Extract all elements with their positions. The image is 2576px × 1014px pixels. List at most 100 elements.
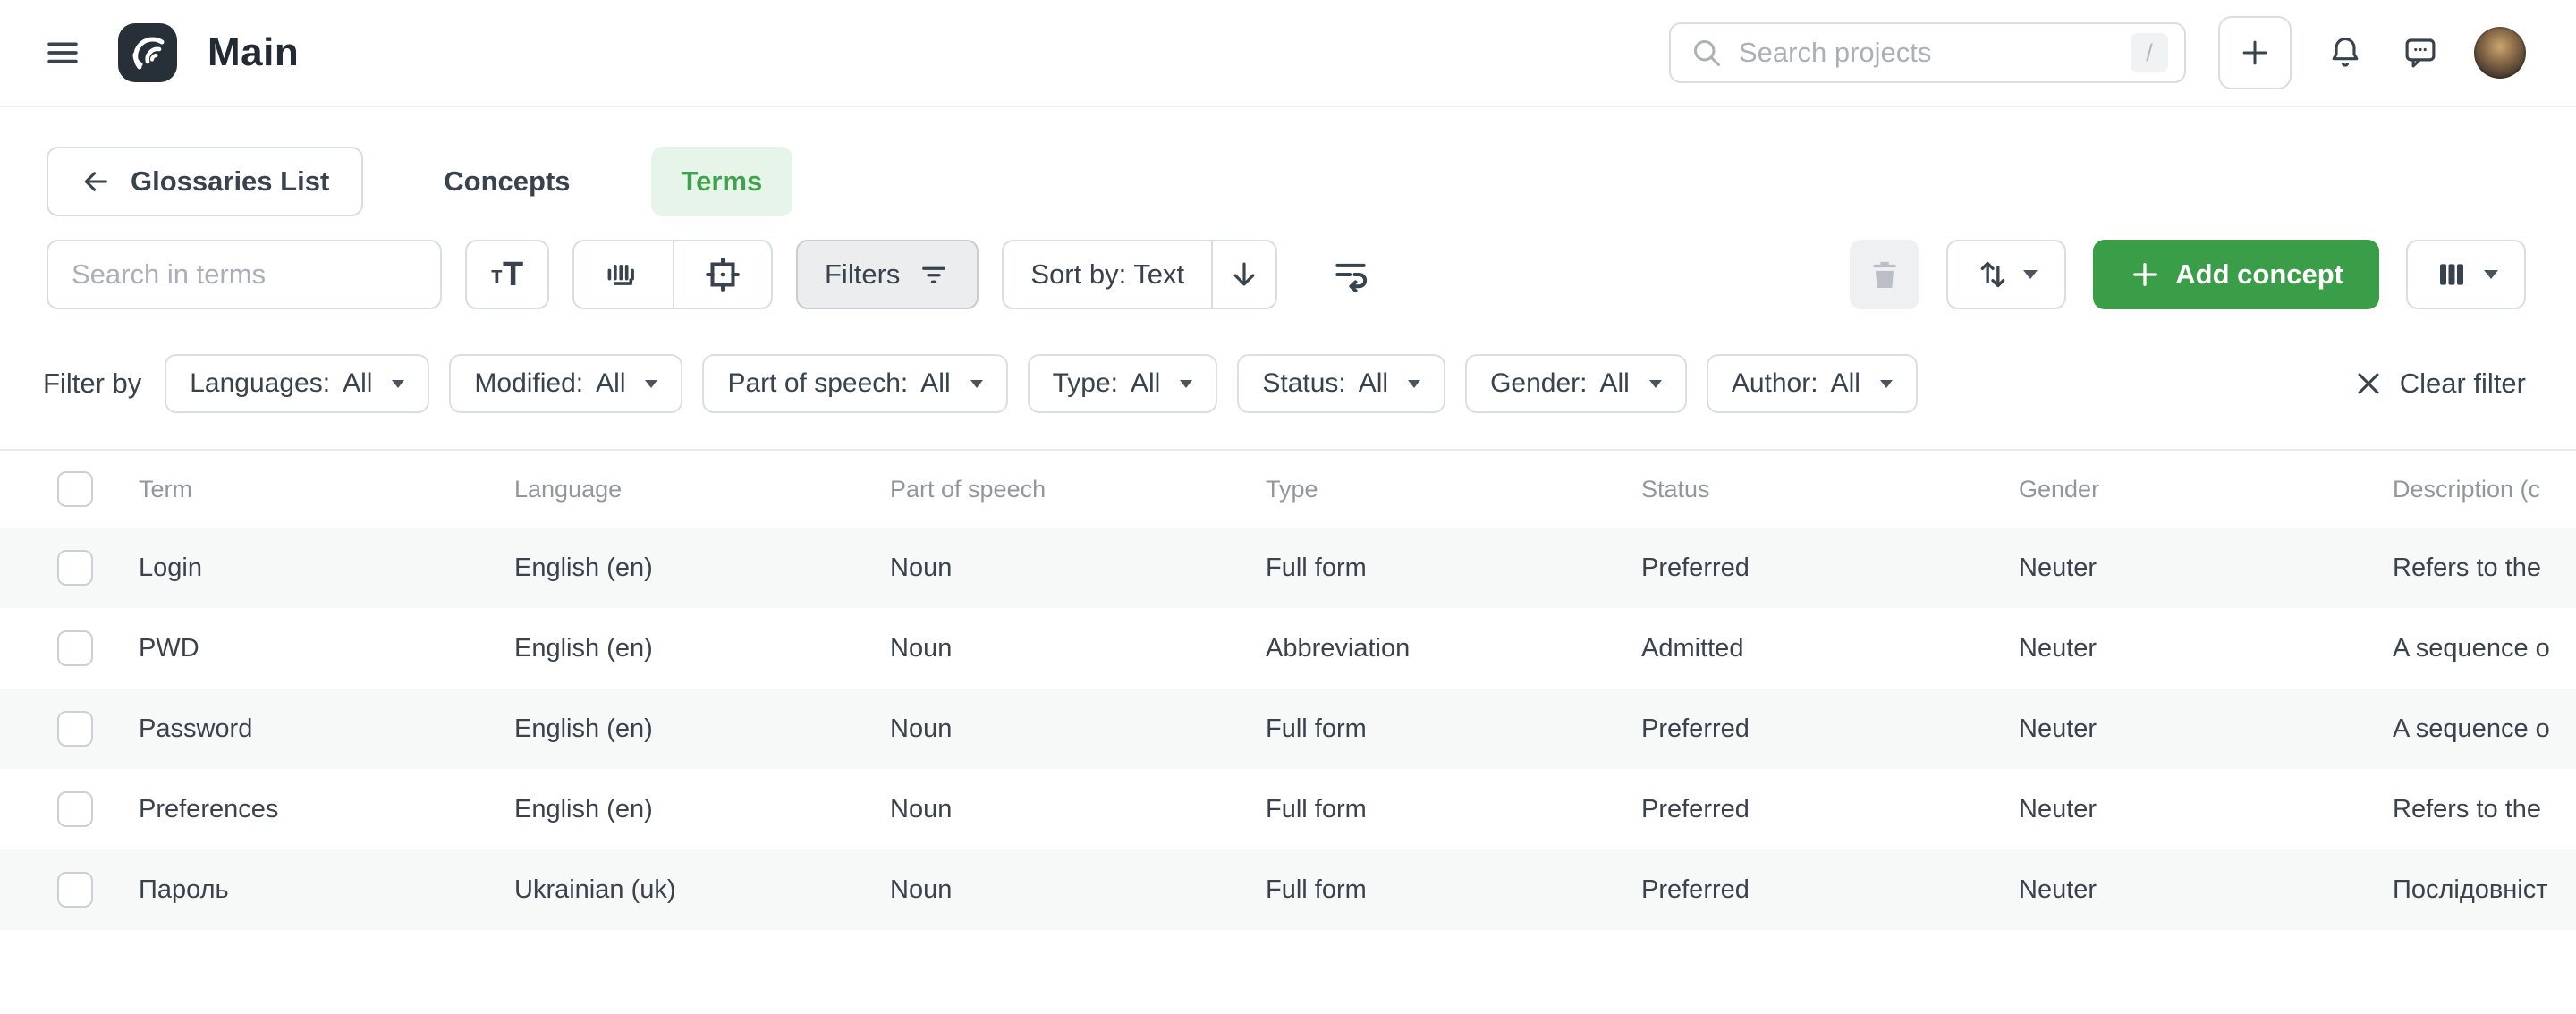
cell-language: English (en) — [514, 553, 890, 583]
filter-pill-modified[interactable]: Modified:All — [449, 354, 682, 413]
columns-dropdown[interactable] — [2406, 240, 2526, 309]
tab-terms[interactable]: Terms — [651, 147, 793, 216]
column-header: Status — [1641, 476, 2019, 503]
table-header: TermLanguagePart of speechTypeStatusGend… — [0, 451, 2576, 528]
pill-value: All — [1599, 368, 1629, 399]
filter-pill-author[interactable]: Author:All — [1707, 354, 1918, 413]
cell-description: A sequence o — [2393, 714, 2576, 744]
chevron-down-icon — [392, 380, 404, 388]
clear-filter-button[interactable]: Clear filter — [2353, 368, 2526, 400]
create-new-button[interactable] — [2218, 16, 2292, 89]
cell-description: A sequence o — [2393, 634, 2576, 663]
row-checkbox[interactable] — [57, 711, 93, 747]
pill-label: Gender: — [1490, 368, 1587, 399]
sort-by-button[interactable]: Sort by: Text — [1004, 241, 1211, 308]
column-header: Description (c — [2393, 476, 2576, 503]
reorder-dropdown[interactable] — [1946, 240, 2066, 309]
filter-bar: Filter by Languages:AllModified:AllPart … — [43, 354, 2526, 413]
column-header: Part of speech — [890, 476, 1266, 503]
glossary-nav: Glossaries List Concepts Terms — [47, 147, 2526, 216]
cell-part-of-speech: Noun — [890, 795, 1266, 824]
cell-type: Full form — [1266, 553, 1641, 583]
pill-value: All — [343, 368, 372, 399]
search-icon — [1690, 37, 1723, 69]
page-title: Main — [208, 30, 299, 75]
plus-icon — [2129, 258, 2161, 291]
cell-type: Full form — [1266, 714, 1641, 744]
table-row[interactable]: LoginEnglish (en)NounFull formPreferredN… — [0, 528, 2576, 608]
cell-status: Preferred — [1641, 714, 2019, 744]
filter-pill-languages[interactable]: Languages: All — [165, 354, 429, 413]
cell-language: English (en) — [514, 795, 890, 824]
cell-term: Пароль — [139, 875, 514, 905]
terms-toolbar: тT Filters Sort by: Text — [47, 240, 2526, 309]
match-whole-phrase-toggle[interactable] — [574, 241, 673, 308]
row-checkbox[interactable] — [57, 550, 93, 586]
topbar-divider — [0, 106, 2576, 107]
chat-icon — [2402, 34, 2439, 72]
cell-status: Preferred — [1641, 795, 2019, 824]
select-all-checkbox[interactable] — [57, 471, 93, 507]
cell-type: Full form — [1266, 875, 1641, 905]
cell-gender: Neuter — [2019, 795, 2393, 824]
add-concept-button[interactable]: Add concept — [2093, 240, 2379, 309]
close-icon — [2353, 368, 2384, 399]
column-header: Term — [139, 476, 514, 503]
filter-pill-part-of-speech[interactable]: Part of speech:All — [702, 354, 1007, 413]
pill-label: Status: — [1262, 368, 1345, 399]
cell-description: Refers to the — [2393, 553, 2576, 583]
cell-gender: Neuter — [2019, 875, 2393, 905]
cell-term: Login — [139, 553, 514, 583]
filter-pill-gender[interactable]: Gender: All — [1465, 354, 1687, 413]
search-terms-input[interactable] — [72, 258, 417, 291]
chevron-down-icon — [645, 380, 657, 388]
notifications-button[interactable] — [2324, 31, 2367, 74]
hamburger-menu-icon[interactable] — [43, 33, 82, 72]
filter-pill-status[interactable]: Status:All — [1237, 354, 1445, 413]
sort-direction-button[interactable] — [1211, 241, 1275, 308]
filter-pill-type[interactable]: Type:All — [1028, 354, 1218, 413]
exact-match-toggle[interactable] — [673, 241, 771, 308]
up-down-arrows-icon — [1975, 257, 2011, 292]
row-checkbox[interactable] — [57, 872, 93, 908]
pill-value: All — [596, 368, 625, 399]
tab-concepts[interactable]: Concepts — [413, 147, 600, 216]
pill-label: Languages: — [190, 368, 330, 399]
pill-value: All — [1131, 368, 1160, 399]
cell-type: Abbreviation — [1266, 634, 1641, 663]
filters-button[interactable]: Filters — [796, 240, 979, 309]
table-row[interactable]: ПарольUkrainian (uk)NounFull formPreferr… — [0, 849, 2576, 930]
row-checkbox[interactable] — [57, 791, 93, 827]
cell-term: Password — [139, 714, 514, 744]
crowdin-logo[interactable] — [118, 23, 177, 82]
row-checkbox[interactable] — [57, 630, 93, 666]
pill-label: Part of speech: — [727, 368, 908, 399]
column-header: Gender — [2019, 476, 2393, 503]
table-row[interactable]: PasswordEnglish (en)NounFull formPreferr… — [0, 689, 2576, 769]
cell-term: PWD — [139, 634, 514, 663]
columns-icon — [2434, 257, 2470, 292]
cell-description: Refers to the — [2393, 795, 2576, 824]
terms-search[interactable] — [47, 240, 442, 309]
cell-description: Послідовніст — [2393, 875, 2576, 905]
chevron-down-icon — [2023, 270, 2038, 279]
chevron-down-icon — [1180, 380, 1192, 388]
delete-button[interactable] — [1850, 240, 1919, 309]
wrap-text-button[interactable] — [1326, 249, 1376, 300]
search-projects-input[interactable] — [1739, 37, 2131, 69]
filter-by-label: Filter by — [43, 368, 141, 400]
table-row[interactable]: PWDEnglish (en)NounAbbreviationAdmittedN… — [0, 608, 2576, 689]
back-to-glossaries-button[interactable]: Glossaries List — [47, 147, 363, 216]
project-search[interactable]: / — [1669, 22, 2186, 83]
column-header: Language — [514, 476, 890, 503]
table-row[interactable]: PreferencesEnglish (en)NounFull formPref… — [0, 769, 2576, 849]
messages-button[interactable] — [2399, 31, 2442, 74]
chevron-down-icon — [1408, 380, 1420, 388]
cell-type: Full form — [1266, 795, 1641, 824]
terms-table: TermLanguagePart of speechTypeStatusGend… — [0, 449, 2576, 930]
chevron-down-icon — [2484, 270, 2498, 279]
wrap-text-icon — [1331, 255, 1370, 294]
match-case-toggle[interactable]: тT — [465, 240, 549, 309]
cell-part-of-speech: Noun — [890, 875, 1266, 905]
user-avatar[interactable] — [2474, 27, 2526, 79]
